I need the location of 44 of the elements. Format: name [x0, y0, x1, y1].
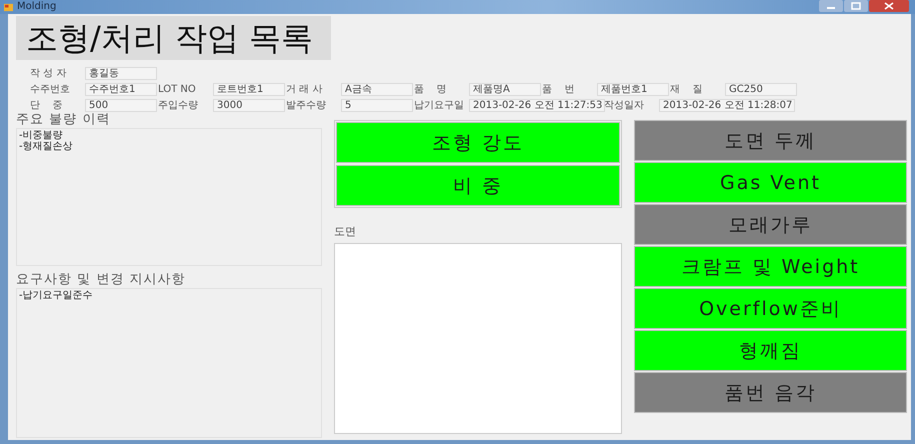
step-button[interactable]: Gas Vent: [634, 162, 907, 203]
field-label: 수주번호: [30, 83, 71, 96]
text-field[interactable]: A금속: [341, 82, 413, 96]
close-icon[interactable]: [869, 0, 909, 12]
step-button[interactable]: 품번 음각: [634, 372, 907, 413]
field-label: 단 중: [30, 99, 64, 112]
step-button[interactable]: 형깨짐: [634, 330, 907, 371]
drawing-label: 도면: [334, 224, 357, 239]
field-label: 납기요구일: [414, 99, 465, 112]
section-title: 요구사항 및 변경 지시사항: [16, 272, 186, 288]
step-button[interactable]: Overflow준비: [634, 288, 907, 329]
step-button[interactable]: 도면 두께: [634, 120, 907, 161]
step-button[interactable]: 크람프 및 Weight: [634, 246, 907, 287]
text-field[interactable]: 5: [341, 98, 413, 112]
step-button[interactable]: 비 중: [336, 165, 620, 206]
field-label: LOT NO: [158, 84, 197, 94]
section-title: 주요 불량 이력: [16, 112, 112, 128]
text-area[interactable]: -비중불량 -형재질손상: [16, 128, 322, 266]
text-field[interactable]: 제품번호1: [597, 82, 669, 96]
field-label: 작 성 자: [30, 67, 68, 80]
field-label: 품 번: [542, 83, 576, 96]
window-title: Molding: [17, 1, 56, 13]
text-field[interactable]: 2013-02-26 오전 11:28:07: [659, 98, 795, 112]
text-field[interactable]: 2013-02-26 오전 11:27:53: [469, 98, 605, 112]
field-label: 발주수량: [286, 99, 327, 112]
text-field[interactable]: 3000: [213, 98, 285, 112]
text-area[interactable]: -납기요구일준수: [16, 288, 322, 438]
field-label: 품 명: [414, 83, 448, 96]
text-field[interactable]: 500: [85, 98, 157, 112]
field-label: 거 래 사: [286, 83, 324, 96]
app-icon: [4, 2, 13, 12]
maximize-icon[interactable]: [844, 0, 868, 12]
page-heading: 조형/처리 작업 목록: [16, 16, 332, 60]
text-field[interactable]: 제품명A: [469, 82, 541, 96]
field-label: 재 질: [670, 83, 704, 96]
text-field[interactable]: 수주번호1: [85, 82, 157, 96]
text-field[interactable]: GC250: [725, 82, 797, 96]
step-button[interactable]: 모래가루: [634, 204, 907, 245]
minimize-icon[interactable]: [819, 0, 843, 12]
text-field[interactable]: 홍길동: [85, 66, 157, 80]
field-label: 주입수량: [158, 99, 199, 112]
text-field[interactable]: 로트번호1: [213, 82, 285, 96]
step-button[interactable]: 조형 강도: [336, 122, 620, 163]
field-label: 작성일자: [604, 99, 645, 112]
